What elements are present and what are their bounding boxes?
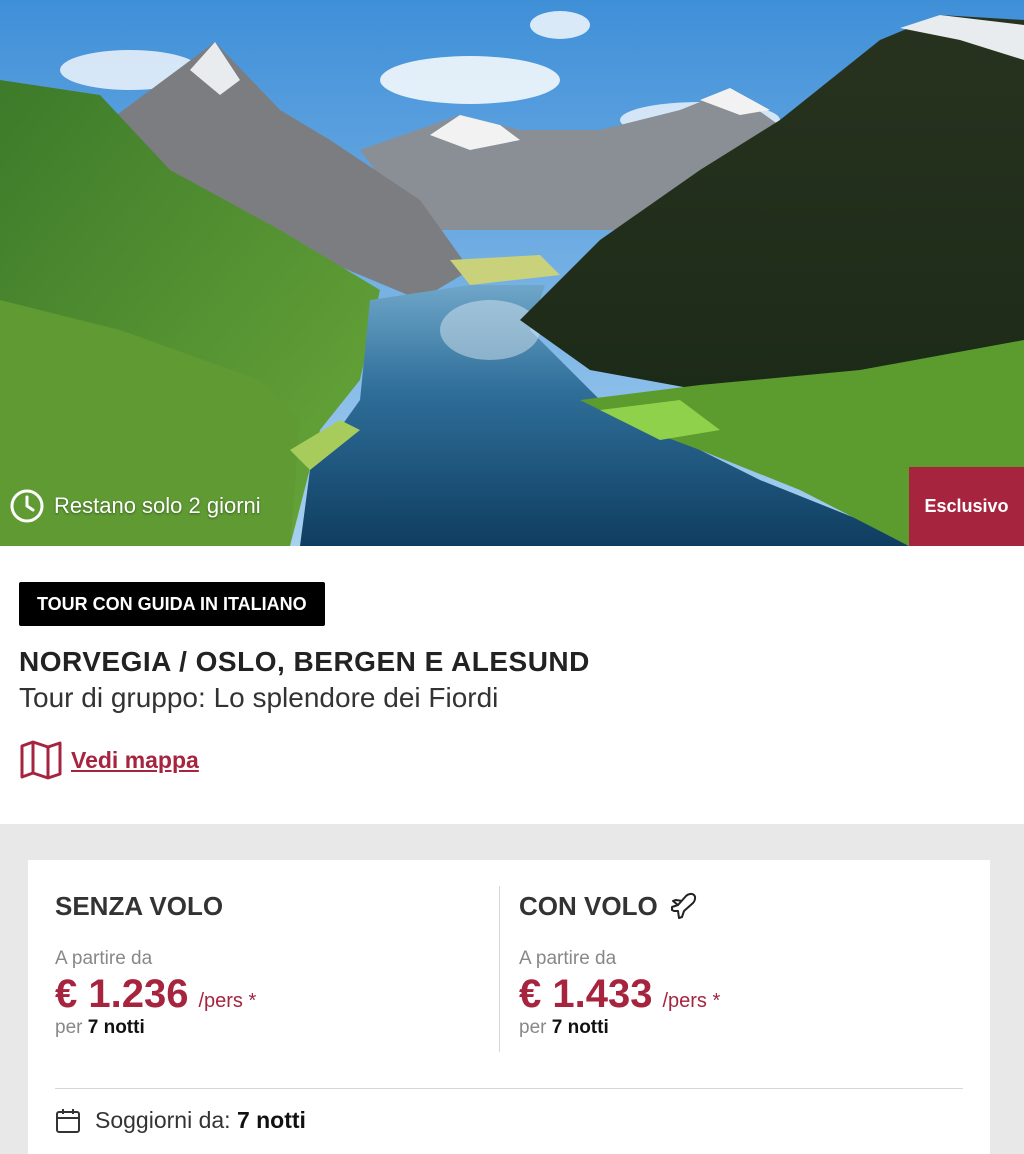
exclusive-badge: Esclusivo	[909, 467, 1024, 546]
calendar-icon	[55, 1108, 81, 1134]
nights-value: 7 notti	[87, 1017, 145, 1038]
map-icon[interactable]	[19, 740, 63, 780]
from-label: A partire da	[55, 948, 153, 969]
nights-prefix: per	[55, 1017, 83, 1038]
pricing-card[interactable]: SENZA VOLO A partire da € 1.236 /pers * …	[28, 860, 990, 1154]
stay-label: Soggiorni da:	[95, 1107, 231, 1133]
nights-prefix: per	[519, 1017, 547, 1038]
tour-info: TOUR CON GUIDA IN ITALIANO NORVEGIA / OS…	[0, 546, 1024, 824]
tour-subtitle: Tour di gruppo: Lo splendore dei Fiordi	[19, 682, 499, 713]
fjord-landscape-image	[0, 0, 1024, 546]
divider	[55, 1088, 963, 1089]
view-map-link-container[interactable]: Vedi mappa	[19, 740, 1005, 780]
nights-info: per 7 notti	[55, 1017, 499, 1039]
from-label: A partire da	[519, 948, 617, 969]
nights-info: per 7 notti	[519, 1017, 963, 1039]
price-with-flight: € 1.433	[519, 972, 653, 1016]
per-person-label: /pers *	[198, 990, 257, 1012]
tour-title[interactable]: NORVEGIA / OSLO, BERGEN E ALESUND	[19, 646, 1005, 678]
countdown-text: Restano solo 2 giorni	[54, 493, 261, 518]
countdown-indicator: Restano solo 2 giorni	[10, 488, 261, 524]
clock-icon	[10, 489, 44, 523]
pricing-section: SENZA VOLO A partire da € 1.236 /pers * …	[0, 824, 1024, 1154]
stay-value: 7 notti	[236, 1107, 306, 1133]
with-flight-column[interactable]: CON VOLO A partire da € 1.433 /pers * pe…	[500, 886, 963, 1052]
per-person-label: /pers *	[662, 990, 721, 1012]
stay-duration: Soggiorni da: 7 notti	[55, 1107, 963, 1134]
price-without-flight: € 1.236	[55, 972, 189, 1016]
guide-tag: TOUR CON GUIDA IN ITALIANO	[19, 582, 325, 626]
with-flight-title-row: CON VOLO	[519, 886, 963, 926]
plane-icon	[668, 891, 698, 921]
with-flight-title: CON VOLO	[519, 890, 658, 921]
hero-image[interactable]: Restano solo 2 giorni Esclusivo	[0, 0, 1024, 546]
without-flight-title: SENZA VOLO	[55, 890, 224, 921]
nights-value: 7 notti	[551, 1017, 609, 1038]
without-flight-column[interactable]: SENZA VOLO A partire da € 1.236 /pers * …	[55, 886, 500, 1052]
view-map-link[interactable]: Vedi mappa	[71, 747, 199, 774]
